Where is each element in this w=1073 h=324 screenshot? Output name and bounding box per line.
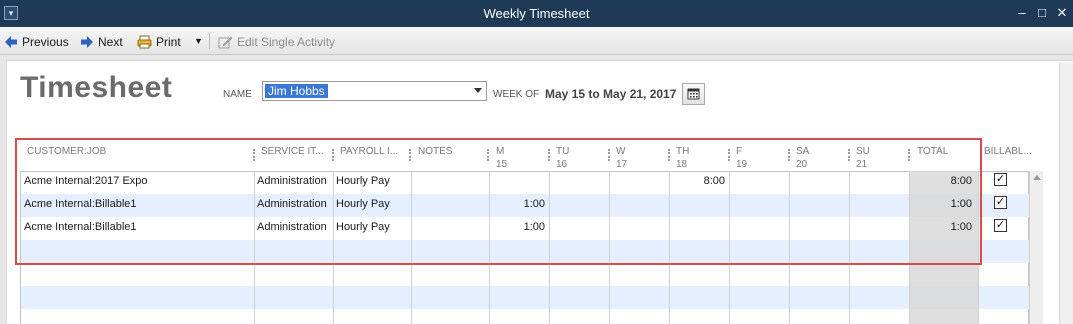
print-label: Print (156, 34, 181, 49)
minimize-button[interactable]: – (1013, 4, 1031, 22)
next-button[interactable]: Next (80, 31, 123, 51)
page-title: Timesheet (20, 71, 173, 104)
week-of-label: WEEK OF (493, 89, 540, 100)
header-billable[interactable]: BILLABL... (984, 145, 1032, 171)
name-label: NAME (223, 89, 252, 100)
table-row-background (21, 286, 1029, 309)
edit-single-activity-button[interactable]: Edit Single Activity (218, 31, 335, 51)
edit-icon (218, 36, 233, 49)
close-button[interactable]: ✕ (1053, 4, 1071, 22)
billable-checkbox[interactable]: ✓ (994, 173, 1007, 186)
name-value: Jim Hobbs (265, 84, 328, 98)
previous-label: Previous (22, 34, 69, 49)
arrow-right-icon (81, 35, 93, 48)
scroll-up-icon[interactable] (1033, 175, 1041, 180)
title-bar: ▾ Weekly Timesheet – □ ✕ (0, 0, 1073, 27)
printer-icon (137, 35, 152, 49)
calendar-icon (687, 88, 700, 100)
billable-checkbox[interactable]: ✓ (994, 196, 1007, 209)
toolbar-divider (209, 33, 210, 49)
toolbar: Previous Next Print ▼ Edit Single Activi… (0, 27, 1073, 55)
print-dropdown-icon[interactable]: ▼ (194, 31, 203, 51)
arrow-left-icon (5, 35, 17, 48)
name-dropdown[interactable]: Jim Hobbs (262, 81, 487, 101)
next-label: Next (98, 34, 123, 49)
calendar-button[interactable] (682, 83, 705, 105)
billable-checkbox[interactable]: ✓ (994, 219, 1007, 232)
edit-single-activity-label: Edit Single Activity (237, 34, 336, 49)
previous-button[interactable]: Previous (4, 31, 69, 51)
highlight-box (15, 138, 982, 265)
print-button[interactable]: Print (137, 31, 181, 51)
panel-right-edge (1059, 63, 1073, 324)
chevron-down-icon[interactable] (474, 88, 482, 93)
vertical-scrollbar[interactable] (1029, 171, 1043, 324)
window-title: Weekly Timesheet (483, 6, 590, 21)
maximize-button[interactable]: □ (1033, 4, 1051, 22)
week-of-value: May 15 to May 21, 2017 (545, 87, 677, 101)
